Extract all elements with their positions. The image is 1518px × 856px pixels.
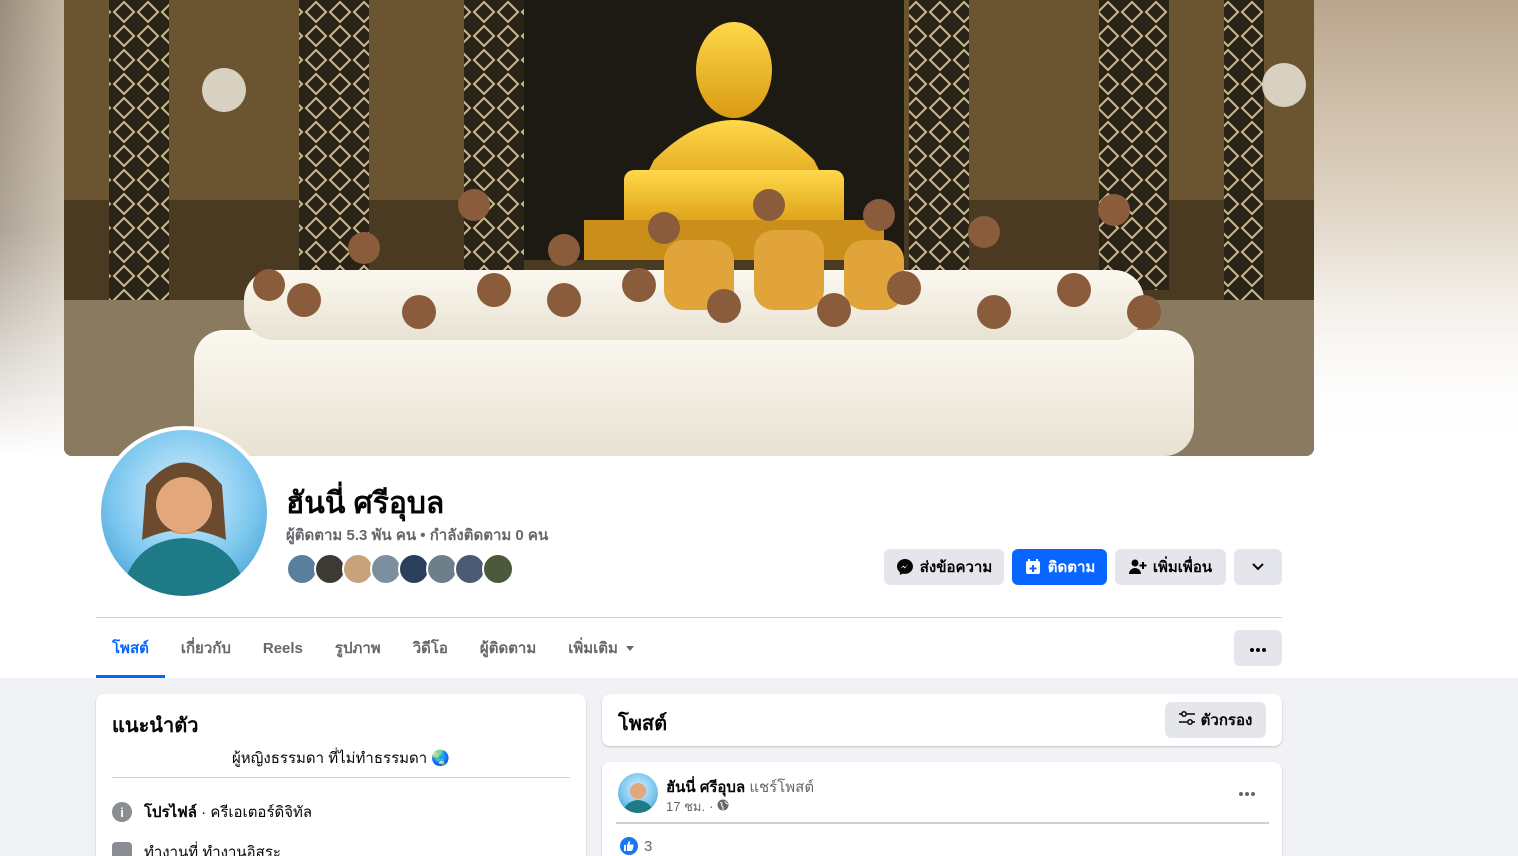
globe-privacy-icon bbox=[717, 799, 729, 814]
globe-icon: 🌏 bbox=[431, 750, 451, 767]
post-meta-separator: · bbox=[709, 799, 714, 814]
briefcase-icon bbox=[112, 842, 132, 856]
tab-followers[interactable]: ผู้ติดตาม bbox=[464, 618, 552, 678]
like-icon bbox=[620, 837, 638, 855]
intro-profile-label: โปรไฟล์ bbox=[144, 804, 197, 821]
add-friend-button[interactable]: เพิ่มเพื่อน bbox=[1115, 549, 1226, 585]
caret-down-icon bbox=[625, 645, 634, 651]
messenger-icon bbox=[896, 558, 914, 576]
message-button[interactable]: ส่งข้อความ bbox=[884, 549, 1004, 585]
more-options-button[interactable] bbox=[1234, 549, 1282, 585]
profile-picture[interactable] bbox=[101, 430, 267, 596]
mutual-friends-avatars[interactable] bbox=[286, 553, 514, 585]
tab-label: เกี่ยวกับ bbox=[180, 640, 231, 657]
info-icon: i bbox=[112, 802, 132, 822]
intro-work-text: ทำงานที่ ทำงานอิสระ bbox=[144, 844, 281, 856]
follow-button[interactable]: ติดตาม bbox=[1012, 549, 1107, 585]
posts-title: โพสต์ bbox=[618, 713, 668, 735]
post-author-avatar[interactable] bbox=[618, 773, 658, 813]
tab-photos[interactable]: รูปภาพ bbox=[319, 618, 397, 678]
profile-name: ฮันนี่ ศรีอุบล bbox=[286, 487, 445, 520]
post-author-name[interactable]: ฮันนี่ ศรีอุบล bbox=[666, 779, 745, 796]
post-options-button[interactable] bbox=[1232, 780, 1262, 804]
tab-label: Reels bbox=[262, 639, 303, 657]
ellipsis-icon bbox=[1239, 783, 1255, 801]
friend-avatar[interactable] bbox=[482, 553, 514, 585]
posts-header-card: โพสต์ ตัวกรอง bbox=[602, 694, 1282, 746]
intro-card: แนะนำตัว ผู้หญิงธรรมดา ที่ไม่ทำธรรมดา 🌏 … bbox=[96, 694, 586, 856]
post-divider bbox=[616, 822, 1269, 824]
intro-profile-value: · ครีเอเตอร์ดิจิทัล bbox=[201, 804, 313, 821]
cover-photo-image bbox=[64, 0, 1314, 456]
tab-label: เพิ่มเติม bbox=[568, 640, 618, 657]
filter-button-label: ตัวกรอง bbox=[1200, 712, 1253, 729]
tabs-more-button[interactable] bbox=[1234, 630, 1282, 666]
follow-button-label: ติดตาม bbox=[1047, 559, 1096, 576]
tab-reels[interactable]: Reels bbox=[247, 618, 319, 678]
post-action: แชร์โพสต์ bbox=[749, 779, 815, 796]
tab-label: ผู้ติดตาม bbox=[479, 640, 537, 657]
tab-videos[interactable]: วิดีโอ bbox=[397, 618, 464, 678]
intro-bio: ผู้หญิงธรรมดา ที่ไม่ทำธรรมดา 🌏 bbox=[96, 746, 586, 770]
intro-title: แนะนำตัว bbox=[112, 715, 199, 737]
add-friend-button-label: เพิ่มเพื่อน bbox=[1152, 559, 1213, 576]
intro-divider bbox=[112, 777, 570, 778]
filter-button[interactable]: ตัวกรอง bbox=[1165, 702, 1266, 738]
tab-label: โพสต์ bbox=[112, 640, 149, 657]
profile-photo-image bbox=[121, 462, 247, 596]
profile-header: ฮันนี่ ศรีอุบล ผู้ติดตาม 5.3 พัน คน • กำ… bbox=[0, 0, 1518, 678]
post-time[interactable]: 17 ชม. bbox=[666, 796, 705, 817]
add-friend-icon bbox=[1128, 558, 1147, 576]
post-meta: 17 ชม. · bbox=[666, 796, 729, 817]
tab-label: วิดีโอ bbox=[412, 640, 448, 657]
tab-more[interactable]: เพิ่มเติม bbox=[552, 618, 650, 678]
post-card: ฮันนี่ ศรีอุบล แชร์โพสต์ 17 ชม. · 3 bbox=[602, 762, 1282, 856]
tab-posts[interactable]: โพสต์ bbox=[96, 618, 165, 678]
profile-tabs: โพสต์ เกี่ยวกับ Reels รูปภาพ วิดีโอ ผู้ต… bbox=[96, 618, 650, 678]
message-button-label: ส่งข้อความ bbox=[919, 559, 993, 576]
like-count: 3 bbox=[644, 837, 653, 855]
follow-icon bbox=[1024, 558, 1042, 576]
tab-about[interactable]: เกี่ยวกับ bbox=[165, 618, 247, 678]
filter-icon bbox=[1178, 711, 1195, 729]
intro-work-row: ทำงานที่ ทำงานอิสระ bbox=[112, 840, 281, 856]
intro-profile-row: i โปรไฟล์ · ครีเอเตอร์ดิจิทัล bbox=[112, 800, 312, 824]
profile-stats[interactable]: ผู้ติดตาม 5.3 พัน คน • กำลังติดตาม 0 คน bbox=[286, 523, 548, 547]
chevron-down-icon bbox=[1249, 558, 1267, 576]
intro-bio-text: ผู้หญิงธรรมดา ที่ไม่ทำธรรมดา bbox=[231, 750, 428, 767]
cover-photo[interactable] bbox=[64, 0, 1314, 456]
ellipsis-icon bbox=[1250, 639, 1266, 657]
post-reactions[interactable]: 3 bbox=[620, 837, 652, 855]
tab-label: รูปภาพ bbox=[334, 640, 381, 657]
